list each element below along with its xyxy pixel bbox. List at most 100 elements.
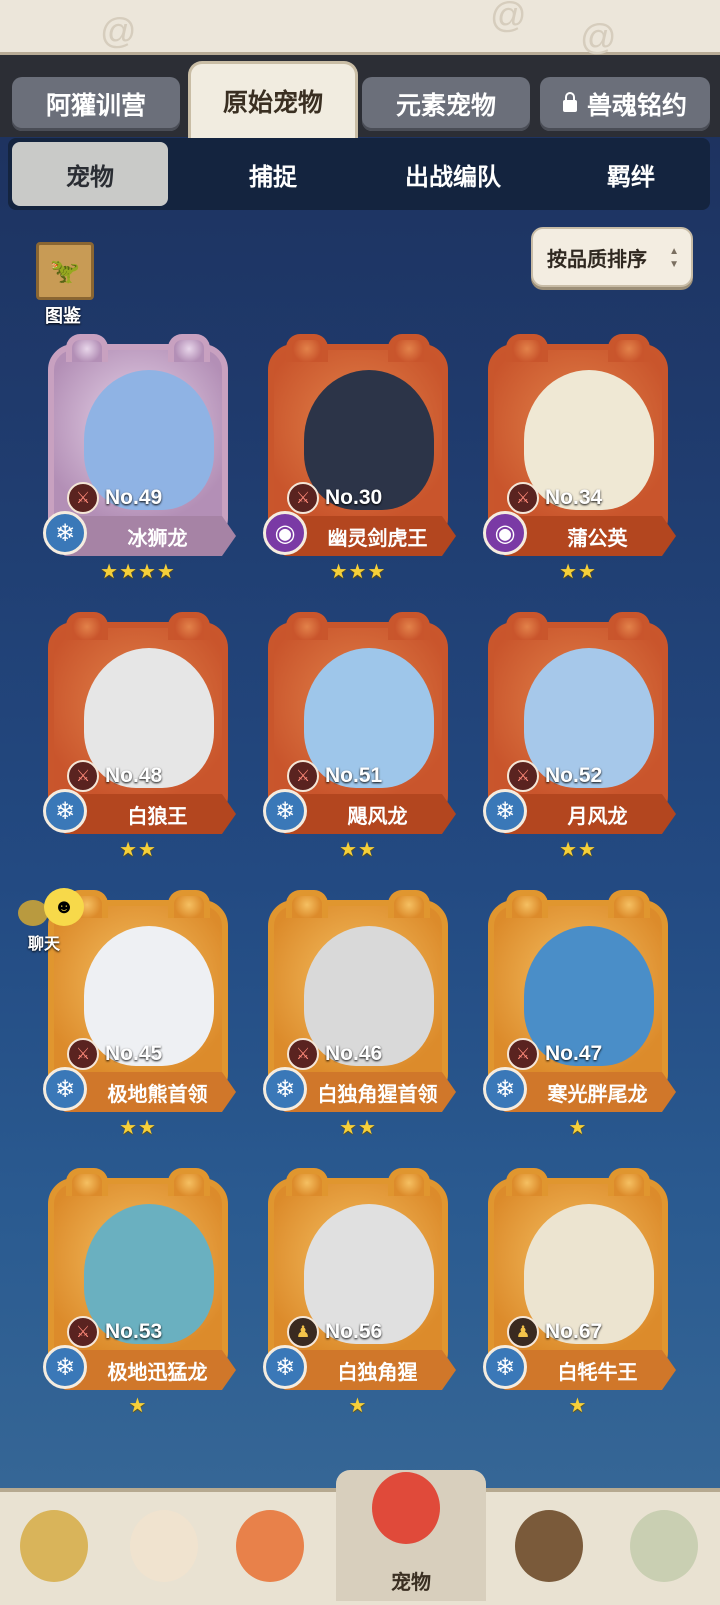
pet-number: No.56	[325, 1320, 383, 1343]
ghost-flame-icon: ◉	[263, 511, 307, 555]
pet-number: No.45	[105, 1042, 163, 1065]
shield-role-icon: ♟	[507, 1316, 539, 1348]
pet-stars: ★	[568, 1117, 588, 1139]
caveman-avatar-icon	[20, 1510, 88, 1582]
chat-button[interactable]: ☻ 聊天	[14, 888, 84, 958]
codex-button[interactable]: 🦖 图鉴	[33, 242, 94, 326]
nav-pets-label: 宠物	[391, 1572, 431, 1594]
chat-label: 聊天	[28, 936, 61, 953]
pet-card[interactable]: ⚔ No.30 幽灵剑虎王 ◉ ★★★	[263, 330, 456, 590]
pet-stars: ★★	[559, 839, 597, 861]
sword-role-icon: ⚔	[287, 1038, 319, 1070]
pet-name: 冰狮龙	[61, 516, 236, 556]
tab-badger-camp[interactable]: 阿獾训营	[12, 77, 180, 131]
pet-card[interactable]: ⚔ No.51 飓风龙 ❄ ★★	[263, 608, 456, 868]
pet-number-row: ⚔ No.51	[287, 760, 382, 792]
pet-stars: ★★	[339, 839, 377, 861]
bear-house-icon	[515, 1510, 583, 1582]
codex-book-icon: 🦖	[36, 242, 94, 300]
pet-stars: ★★	[119, 1117, 157, 1139]
sword-role-icon: ⚔	[67, 482, 99, 514]
pet-stars: ★	[348, 1395, 368, 1417]
pet-number-row: ⚔ No.45	[67, 1038, 162, 1070]
tab-battle-team[interactable]: 出战编队	[368, 142, 538, 206]
pet-name: 幽灵剑虎王	[281, 516, 456, 556]
girl-avatar-icon	[130, 1510, 198, 1582]
pet-number-row: ♟ No.56	[287, 1316, 382, 1348]
top-decor-strip: @ @ @	[0, 0, 720, 57]
pet-number-row: ♟ No.67	[507, 1316, 602, 1348]
snowflake-icon: ❄	[263, 1067, 307, 1111]
pet-number: No.30	[325, 486, 383, 509]
pet-stars: ★★★★	[100, 561, 176, 583]
snowflake-icon: ❄	[483, 1067, 527, 1111]
sort-by-quality-button[interactable]: 按品质排序 ▲ ▼	[531, 227, 693, 287]
sort-arrows-icon: ▲ ▼	[669, 246, 679, 270]
totem-mask-icon	[236, 1510, 304, 1582]
snowflake-icon: ❄	[43, 789, 87, 833]
spiral-deco-icon: @	[580, 16, 617, 57]
primary-tab-bar: 阿獾训营 原始宠物 元素宠物 兽魂铭约	[0, 55, 720, 138]
pet-card[interactable]: ⚔ No.53 极地迅猛龙 ❄ ★	[43, 1164, 236, 1424]
pet-card[interactable]: ⚔ No.52 月风龙 ❄ ★★	[483, 608, 676, 868]
pet-number: No.34	[545, 486, 603, 509]
spiral-deco-icon: @	[490, 0, 527, 35]
stone-totem-icon	[630, 1510, 698, 1582]
sword-role-icon: ⚔	[287, 760, 319, 792]
dino-pet-icon	[372, 1472, 440, 1544]
snowflake-icon: ❄	[263, 789, 307, 833]
pet-number-row: ⚔ No.46	[287, 1038, 382, 1070]
pet-name: 白狼王	[61, 794, 236, 834]
sword-role-icon: ⚔	[507, 760, 539, 792]
nav-slot-6[interactable]	[620, 1506, 708, 1594]
pet-number-row: ⚔ No.47	[507, 1038, 602, 1070]
pet-stars: ★	[568, 1395, 588, 1417]
pet-name: 飓风龙	[281, 794, 456, 834]
nav-pets[interactable]: 宠物	[336, 1470, 486, 1601]
nav-slot-1[interactable]	[10, 1506, 98, 1594]
pet-card[interactable]: ⚔ No.34 蒲公英 ◉ ★★	[483, 330, 676, 590]
pet-name: 蒲公英	[501, 516, 676, 556]
tab-beast-soul-pact[interactable]: 兽魂铭约	[540, 77, 710, 131]
pet-number-row: ⚔ No.49	[67, 482, 162, 514]
pet-card[interactable]: ⚔ No.48 白狼王 ❄ ★★	[43, 608, 236, 868]
tab-element-pets[interactable]: 元素宠物	[362, 77, 530, 131]
tab-bond[interactable]: 羁绊	[556, 142, 706, 206]
pet-number: No.52	[545, 764, 603, 787]
pet-name: 白牦牛王	[501, 1350, 676, 1390]
pet-number-row: ⚔ No.30	[287, 482, 382, 514]
pet-name: 白独角猩	[281, 1350, 456, 1390]
pet-card[interactable]: ♟ No.56 白独角猩 ❄ ★	[263, 1164, 456, 1424]
snowflake-icon: ❄	[43, 1345, 87, 1389]
pet-stars: ★★	[559, 561, 597, 583]
pet-number: No.53	[105, 1320, 163, 1343]
pet-card[interactable]: ♟ No.67 白牦牛王 ❄ ★	[483, 1164, 676, 1424]
pet-stars: ★	[128, 1395, 148, 1417]
snowflake-icon: ❄	[263, 1345, 307, 1389]
snowflake-icon: ❄	[43, 1067, 87, 1111]
nav-slot-5[interactable]	[505, 1506, 593, 1594]
pet-card[interactable]: ⚔ No.47 寒光胖尾龙 ❄ ★	[483, 886, 676, 1146]
pet-name: 月风龙	[501, 794, 676, 834]
tab-pets[interactable]: 宠物	[12, 142, 168, 206]
nav-slot-2[interactable]	[120, 1506, 208, 1594]
tab-label: 兽魂铭约	[586, 92, 687, 120]
pet-card[interactable]: ⚔ No.49 冰狮龙 ❄ ★★★★	[43, 330, 236, 590]
smiley-icon: ☻	[44, 888, 84, 926]
pet-card[interactable]: ⚔ No.46 白独角猩首领 ❄ ★★	[263, 886, 456, 1146]
pet-name: 寒光胖尾龙	[501, 1072, 676, 1112]
pet-number: No.51	[325, 764, 383, 787]
tab-primitive-pets[interactable]: 原始宠物	[188, 61, 358, 138]
nav-slot-3[interactable]	[226, 1506, 314, 1594]
tab-capture[interactable]: 捕捉	[198, 142, 348, 206]
pet-number-row: ⚔ No.52	[507, 760, 602, 792]
pet-number: No.47	[545, 1042, 603, 1065]
pet-number: No.49	[105, 486, 163, 509]
pet-name: 极地熊首领	[61, 1072, 236, 1112]
secondary-tab-bar: 宠物 捕捉 出战编队 羁绊	[8, 138, 710, 210]
pet-name: 极地迅猛龙	[61, 1350, 236, 1390]
sword-role-icon: ⚔	[507, 1038, 539, 1070]
ghost-flame-icon: ◉	[483, 511, 527, 555]
snowflake-icon: ❄	[483, 1345, 527, 1389]
pet-number: No.48	[105, 764, 163, 787]
